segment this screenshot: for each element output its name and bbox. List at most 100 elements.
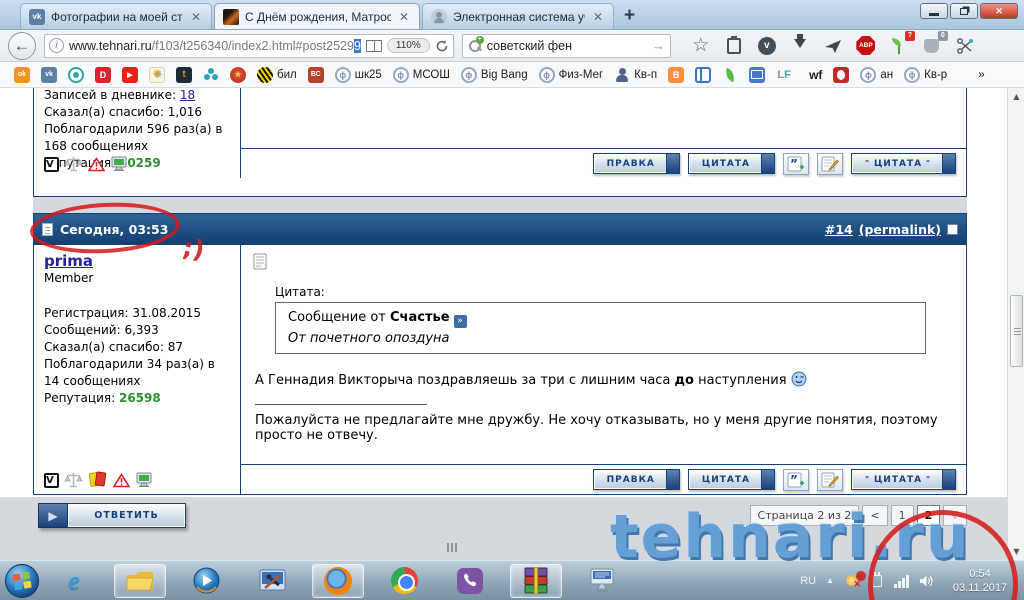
chrome-icon[interactable]	[378, 564, 430, 598]
tray-expand-icon[interactable]: ▲	[826, 576, 834, 585]
restore-button[interactable]	[950, 3, 978, 19]
new-tab-button[interactable]: +	[624, 6, 635, 26]
username-link[interactable]: prima	[44, 252, 93, 270]
scroll-down-icon[interactable]: ▼	[1008, 544, 1024, 559]
zoom-indicator[interactable]: 110%	[386, 38, 430, 53]
minimize-button[interactable]	[920, 3, 948, 19]
bookmark-item[interactable]	[833, 66, 850, 83]
bookmark-item[interactable]: бил	[257, 66, 297, 83]
warning-icon[interactable]	[113, 473, 130, 488]
tab-electronic-system[interactable]: Электронная система учеб ✕	[422, 3, 614, 29]
tab-close-icon[interactable]: ✕	[397, 10, 411, 24]
permalink-link[interactable]: (permalink)	[859, 222, 941, 237]
pocket-icon[interactable]: v	[756, 35, 778, 57]
horizontal-scroll-grip[interactable]	[447, 543, 463, 552]
plant-addon-icon[interactable]: ?	[888, 30, 915, 57]
bookmark-item[interactable]	[307, 66, 324, 83]
notification-icon[interactable]: ✕	[844, 573, 861, 589]
edit-button[interactable]: ПРАВКА	[592, 469, 680, 490]
warning-icon[interactable]	[88, 157, 105, 172]
bookmark-item[interactable]	[149, 66, 165, 83]
multiquote-button[interactable]: ЦИТАТА	[851, 469, 956, 490]
firefox-icon[interactable]	[312, 563, 364, 598]
view-post-icon[interactable]: »	[453, 314, 467, 328]
bookmark-item[interactable]: шк25	[334, 66, 382, 83]
power-icon[interactable]	[869, 571, 884, 588]
reload-icon[interactable]	[435, 39, 449, 53]
vcard-icon[interactable]: V	[44, 473, 59, 488]
search-input[interactable]	[486, 38, 648, 53]
bookmark-item[interactable]	[776, 67, 792, 83]
bookmark-item[interactable]: Big Bang	[460, 66, 528, 83]
quote-button[interactable]: ЦИТАТА	[687, 153, 775, 174]
close-button[interactable]: ✕	[980, 3, 1018, 19]
menu-icon[interactable]	[987, 39, 1005, 52]
media-player-icon[interactable]	[180, 564, 232, 598]
bookmark-item[interactable]: Кв-п	[614, 67, 657, 83]
paint-app-icon[interactable]	[246, 564, 298, 598]
bookmark-item[interactable]	[668, 66, 685, 83]
back-button[interactable]: ←	[8, 31, 36, 60]
edit-button[interactable]: ПРАВКА	[592, 153, 680, 174]
bookmark-item[interactable]: Кв-р	[904, 66, 947, 83]
bookmark-item[interactable]: МСОШ	[392, 66, 450, 83]
quote-button[interactable]: ЦИТАТА	[687, 469, 775, 490]
tab-birthday-thread[interactable]: С Днём рождения, Матроск ✕	[214, 3, 420, 29]
winrar-icon[interactable]	[510, 563, 562, 598]
vcard-icon[interactable]: V	[44, 157, 59, 172]
post-select-checkbox[interactable]	[947, 224, 958, 235]
url-text[interactable]: www.tehnari.ru/f103/t256340/index2.html#…	[69, 38, 361, 53]
tab-vk-photos[interactable]: vk Фотографии на моей стене ✕	[20, 3, 212, 29]
windows-explorer-icon[interactable]	[114, 563, 166, 598]
bookmark-item[interactable]	[203, 67, 219, 83]
bookmark-item[interactable]	[122, 66, 138, 83]
bookmark-item[interactable]	[14, 66, 30, 83]
post-number-link[interactable]: #14	[825, 222, 853, 237]
multiquote-button[interactable]: ЦИТАТА	[851, 153, 956, 174]
downloads-icon[interactable]	[789, 34, 811, 57]
search-box[interactable]: + →	[461, 33, 671, 58]
reader-mode-icon[interactable]	[365, 39, 382, 52]
page-1-button[interactable]: 1	[890, 505, 914, 526]
search-icon[interactable]: +	[468, 36, 484, 53]
adblock-icon[interactable]: ABP	[855, 35, 877, 57]
scrollbar-thumb[interactable]	[1010, 295, 1023, 367]
tab-close-icon[interactable]: ✕	[591, 10, 605, 24]
clock[interactable]: 0:54 03.11.2017	[944, 567, 1016, 595]
scroll-up-icon[interactable]: ▲	[1008, 89, 1024, 104]
page-dropdown[interactable]: ▽	[943, 505, 967, 526]
bookmark-item[interactable]	[230, 66, 246, 83]
multiquote-icon-button[interactable]: ”	[783, 468, 809, 491]
quick-edit-icon-button[interactable]	[817, 468, 843, 491]
bookmark-item[interactable]: »	[958, 67, 984, 83]
reply-button[interactable]: ▶ ОТВЕТИТЬ	[38, 503, 186, 528]
bookmark-item[interactable]	[68, 66, 84, 83]
language-indicator[interactable]: RU	[800, 575, 816, 587]
bookmark-item[interactable]: wf	[803, 67, 822, 83]
computer-icon[interactable]	[135, 472, 153, 488]
volume-icon[interactable]	[919, 573, 934, 588]
tab-close-icon[interactable]: ✕	[189, 10, 203, 24]
gray-addon-icon[interactable]: 0	[921, 30, 948, 57]
scales-icon[interactable]	[64, 472, 83, 488]
blog-entries-link[interactable]: 18	[180, 88, 195, 102]
page-2-current[interactable]: 2	[916, 505, 941, 526]
search-go-icon[interactable]: →	[652, 38, 665, 53]
bookmark-item[interactable]	[749, 66, 766, 83]
prev-page-button[interactable]: <	[862, 505, 888, 526]
bookmark-item[interactable]	[176, 66, 192, 83]
network-signal-icon[interactable]	[894, 573, 909, 588]
on-screen-keyboard-icon[interactable]	[576, 564, 628, 598]
bookmark-item[interactable]	[722, 67, 738, 83]
scales-icon[interactable]	[64, 156, 83, 172]
start-button[interactable]	[4, 563, 40, 599]
multiquote-icon-button[interactable]: ”	[783, 152, 809, 175]
bookmark-item[interactable]	[41, 66, 57, 83]
clipboard-addon-icon[interactable]	[723, 35, 745, 57]
internet-explorer-icon[interactable]: e	[48, 564, 100, 598]
bookmark-item[interactable]	[95, 66, 111, 83]
vertical-scrollbar[interactable]: ▲ ▼	[1007, 88, 1024, 560]
infraction-cards-icon[interactable]	[88, 471, 108, 488]
bookmark-item[interactable]: ан	[860, 66, 893, 83]
url-bar[interactable]: i www.tehnari.ru/f103/t256340/index2.htm…	[44, 33, 454, 58]
